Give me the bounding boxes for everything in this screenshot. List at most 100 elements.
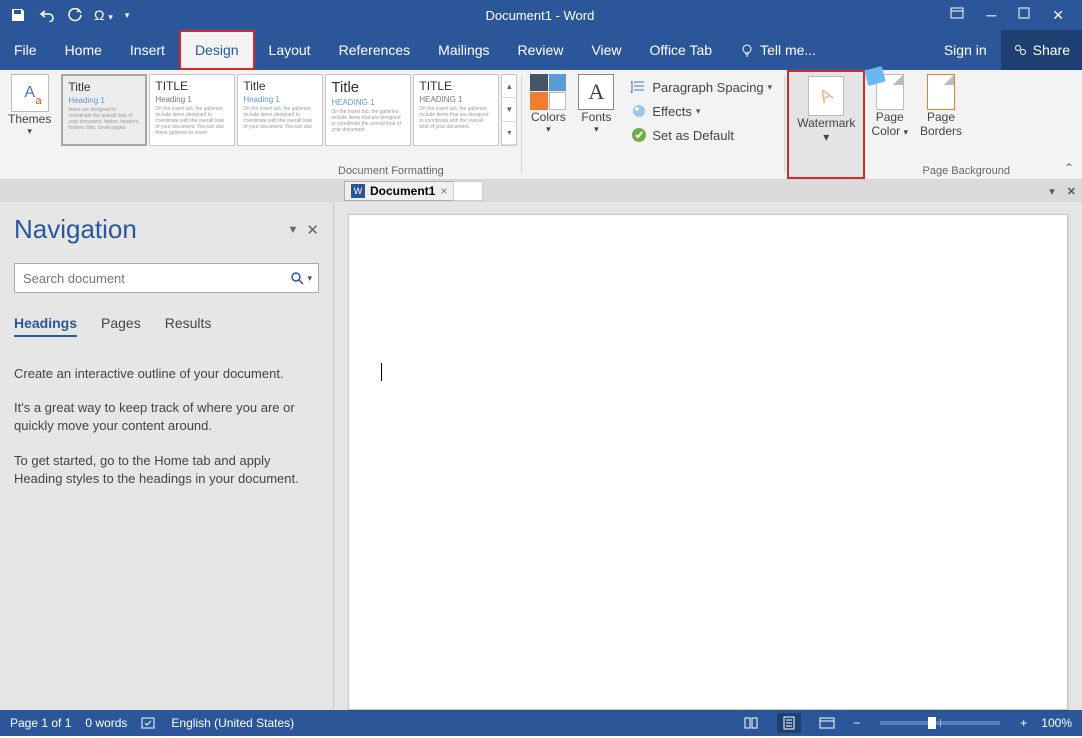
chevron-down-icon: ▾ [27, 126, 32, 137]
document-formatting-gallery[interactable]: Title Heading 1 Items are designed to co… [59, 70, 519, 150]
lightbulb-icon [740, 43, 754, 57]
ribbon: A Themes ▾ Title Heading 1 Items are des… [0, 70, 1082, 180]
page[interactable] [348, 214, 1068, 710]
style-set-thumbnail[interactable]: TITLE HEADING 1 On the Insert tab, the g… [413, 74, 499, 146]
print-layout-icon[interactable] [777, 713, 801, 733]
chevron-down-icon: ▾ [546, 124, 551, 135]
tell-me-search[interactable]: Tell me... [726, 30, 830, 70]
colors-button[interactable]: Colors ▾ [524, 70, 572, 179]
fonts-icon: A [578, 74, 614, 110]
zoom-out-icon[interactable]: − [853, 716, 860, 730]
nav-tabs: Headings Pages Results [14, 315, 319, 337]
group-label-page-bg: Page Background [923, 165, 1010, 177]
read-mode-icon[interactable] [739, 713, 763, 733]
quick-access-toolbar: Ω ▾ ▾ [0, 7, 129, 23]
tab-office-tab[interactable]: Office Tab [636, 30, 727, 70]
nav-dropdown-icon[interactable]: ▼ [288, 224, 299, 236]
page-number-status[interactable]: Page 1 of 1 [10, 716, 71, 730]
zoom-level[interactable]: 100% [1041, 716, 1072, 730]
nav-search-box[interactable]: ▾ [14, 263, 319, 293]
tab-view[interactable]: View [577, 30, 635, 70]
style-set-thumbnail[interactable]: TITLE Heading 1 On the Insert tab, the g… [149, 74, 235, 146]
search-input[interactable] [15, 271, 285, 286]
minimize-icon[interactable]: ─ [986, 7, 996, 24]
tab-mailings[interactable]: Mailings [424, 30, 503, 70]
nav-tab-pages[interactable]: Pages [101, 315, 141, 337]
gallery-down-icon[interactable]: ▼ [502, 98, 516, 121]
undo-icon[interactable] [38, 8, 56, 22]
page-color-button[interactable]: Page Color ▾ [865, 70, 914, 179]
spellcheck-icon[interactable] [141, 716, 157, 730]
themes-button[interactable]: A Themes ▾ [0, 70, 59, 179]
ribbon-display-icon[interactable] [950, 7, 964, 24]
window-controls: ─ ✕ [950, 7, 1082, 24]
content-area: Navigation ▼ ✕ ▾ Headings Pages Results … [0, 202, 1082, 710]
new-tab-button[interactable] [453, 181, 483, 201]
style-set-thumbnail[interactable]: Title HEADING 1 On the Insert tab, the g… [325, 74, 411, 146]
chevron-down-icon: ▾ [823, 130, 829, 144]
document-tab[interactable]: W Document1 × [344, 181, 454, 201]
document-canvas[interactable] [334, 202, 1082, 710]
tab-review[interactable]: Review [504, 30, 578, 70]
search-icon[interactable]: ▾ [285, 272, 318, 285]
tab-close-icon[interactable]: × [440, 184, 447, 198]
page-borders-icon [923, 74, 959, 110]
tab-close-all-icon[interactable]: ✕ [1061, 185, 1082, 198]
tab-layout[interactable]: Layout [255, 30, 325, 70]
chevron-down-icon: ▾ [594, 124, 599, 135]
check-icon [630, 126, 648, 144]
chevron-down-icon: ▾ [768, 82, 773, 93]
gallery-more-icon[interactable]: ▾ [502, 122, 516, 145]
style-set-thumbnail[interactable]: Title Heading 1 On the Insert tab, the g… [237, 74, 323, 146]
tab-home[interactable]: Home [51, 30, 116, 70]
nav-close-icon[interactable]: ✕ [306, 221, 319, 239]
set-as-default-button[interactable]: Set as Default [630, 124, 772, 146]
symbol-button[interactable]: Ω ▾ [94, 7, 113, 23]
zoom-in-icon[interactable]: + [1020, 716, 1027, 730]
window-title: Document1 - Word [129, 8, 950, 23]
page-color-icon [872, 74, 908, 110]
group-label-doc-formatting: Document Formatting [338, 165, 444, 177]
navigation-title: Navigation [14, 214, 288, 245]
nav-tab-results[interactable]: Results [165, 315, 212, 337]
tab-insert[interactable]: Insert [116, 30, 179, 70]
tab-options-icon[interactable]: ▾ [1043, 185, 1061, 198]
style-set-thumbnail[interactable]: Title Heading 1 Items are designed to co… [61, 74, 147, 146]
document-tab-bar: W Document1 × ▾ ✕ [0, 180, 1082, 202]
paragraph-spacing-button[interactable]: Paragraph Spacing ▾ [630, 76, 772, 98]
close-icon[interactable]: ✕ [1052, 7, 1064, 24]
effects-button[interactable]: Effects ▾ [630, 100, 772, 122]
title-bar: Ω ▾ ▾ Document1 - Word ─ ✕ [0, 0, 1082, 30]
navigation-pane: Navigation ▼ ✕ ▾ Headings Pages Results … [0, 202, 334, 710]
save-icon[interactable] [10, 7, 26, 23]
watermark-icon [808, 76, 844, 116]
web-layout-icon[interactable] [815, 713, 839, 733]
word-count-status[interactable]: 0 words [85, 716, 127, 730]
paragraph-spacing-icon [630, 78, 648, 96]
status-bar: Page 1 of 1 0 words English (United Stat… [0, 710, 1082, 736]
share-button[interactable]: Share [1001, 30, 1082, 70]
gallery-scroll: ▲ ▼ ▾ [501, 74, 517, 146]
ribbon-tabs: File Home Insert Design Layout Reference… [0, 30, 1082, 70]
language-status[interactable]: English (United States) [171, 716, 294, 730]
tab-references[interactable]: References [325, 30, 425, 70]
colors-icon [530, 74, 566, 110]
tab-design[interactable]: Design [179, 30, 255, 70]
sign-in-link[interactable]: Sign in [930, 42, 1001, 58]
maximize-icon[interactable] [1018, 7, 1030, 24]
nav-help-text: Create an interactive outline of your do… [14, 365, 319, 488]
zoom-slider[interactable] [880, 721, 1000, 725]
chevron-down-icon: ▾ [696, 106, 701, 117]
watermark-button[interactable]: Watermark ▾ [787, 70, 865, 179]
collapse-ribbon-icon[interactable]: ⌃ [1064, 161, 1074, 175]
tab-file[interactable]: File [0, 30, 51, 70]
word-doc-icon: W [351, 184, 365, 198]
gallery-up-icon[interactable]: ▲ [502, 75, 516, 98]
fonts-button[interactable]: A Fonts ▾ [572, 70, 620, 179]
themes-icon: A [11, 74, 49, 112]
redo-icon[interactable] [68, 8, 82, 22]
nav-tab-headings[interactable]: Headings [14, 315, 77, 337]
page-borders-button[interactable]: Page Borders [914, 70, 968, 179]
share-icon [1013, 43, 1027, 57]
effects-icon [630, 102, 648, 120]
